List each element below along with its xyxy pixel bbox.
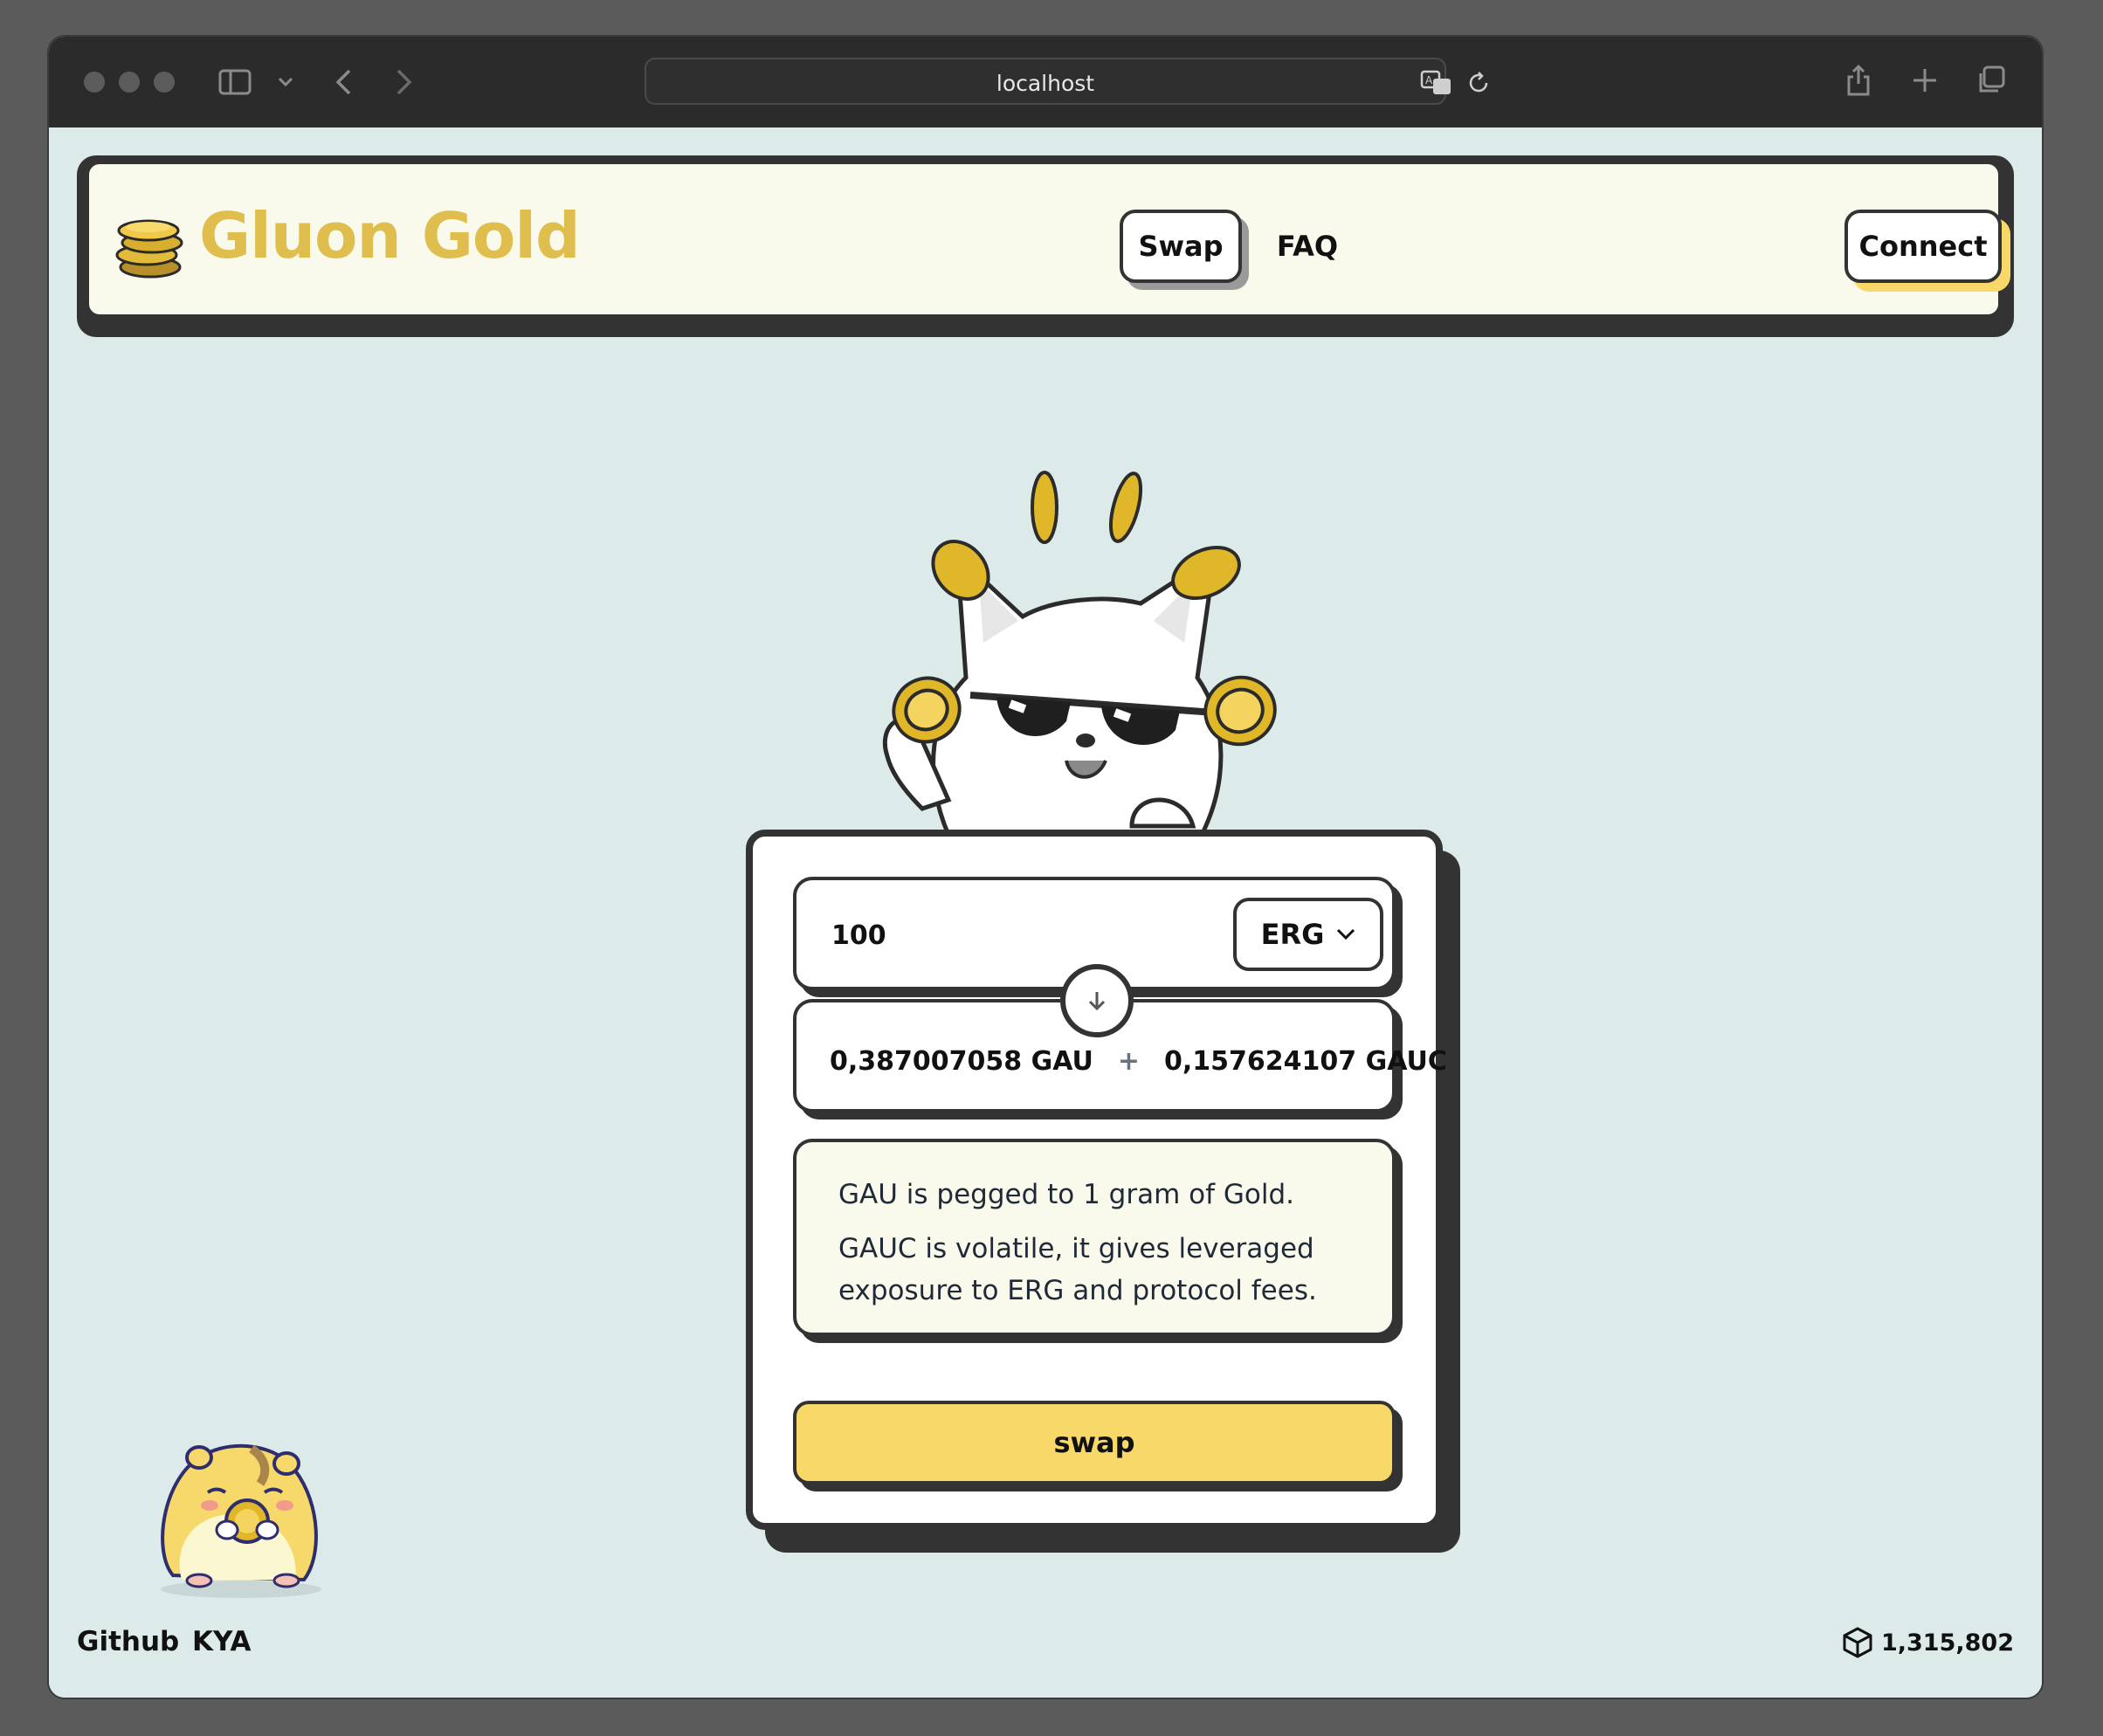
token-select[interactable]: ERG	[1233, 898, 1383, 971]
nav-faq-link[interactable]: FAQ	[1259, 210, 1355, 283]
tab-overview-icon[interactable]	[1975, 65, 2007, 96]
cube-icon	[1843, 1627, 1872, 1658]
chevron-down-icon	[1337, 928, 1355, 940]
reload-icon[interactable]	[1465, 70, 1492, 96]
browser-titlebar: localhost A	[49, 37, 2042, 127]
plus-separator: +	[1117, 1046, 1141, 1077]
site-header: Gluon Gold Swap FAQ Connect	[82, 157, 2005, 321]
minimize-window-button[interactable]	[119, 72, 140, 93]
swap-button[interactable]: swap	[793, 1401, 1396, 1485]
close-window-button[interactable]	[84, 72, 105, 93]
page-content: Gluon Gold Swap FAQ Connect 100 ERG 0,38…	[49, 127, 2042, 1698]
swap-card: ERG 0,387007058 GAU +0,157624107 GAUC	[746, 830, 1447, 1530]
footer-kya-link[interactable]: KYA	[192, 1626, 252, 1657]
coin-stack-icon	[115, 219, 183, 279]
forward-icon[interactable]	[395, 68, 414, 96]
nav-swap-button[interactable]: Swap	[1120, 210, 1242, 283]
amount-input[interactable]	[830, 913, 1200, 957]
info-line-gau: GAU is pegged to 1 gram of Gold.	[838, 1179, 1294, 1210]
footer-github-link[interactable]: Github	[77, 1626, 179, 1657]
address-text: localhost	[996, 71, 1095, 96]
info-panel: GAU is pegged to 1 gram of Gold. GAUC is…	[793, 1139, 1396, 1336]
hamster-mascot-illustration	[161, 1443, 321, 1598]
chevron-down-icon[interactable]	[278, 77, 293, 87]
new-tab-icon[interactable]	[1911, 66, 1939, 94]
output-amounts: 0,387007058 GAU +0,157624107 GAUC	[830, 1046, 1447, 1077]
zoom-window-button[interactable]	[154, 72, 175, 93]
connect-wallet-button[interactable]: Connect	[1844, 210, 2002, 283]
gau-output: 0,387007058 GAU	[830, 1046, 1093, 1077]
block-height-value: 1,315,802	[1880, 1629, 2014, 1657]
arrow-down-icon	[1088, 992, 1106, 1011]
gauc-output: 0,157624107 GAUC	[1164, 1046, 1447, 1077]
address-bar[interactable]: localhost A	[645, 58, 1488, 105]
token-select-label: ERG	[1260, 918, 1325, 951]
swap-direction-button[interactable]	[1060, 964, 1134, 1037]
block-height-indicator: 1,315,802	[1841, 1626, 2014, 1659]
svg-text:A: A	[1425, 74, 1433, 86]
sidebar-icon[interactable]	[218, 68, 253, 96]
share-icon[interactable]	[1844, 63, 1872, 98]
cat-mascot-illustration	[882, 471, 1277, 835]
translate-icon[interactable]: A	[1420, 70, 1453, 96]
info-line-gauc: GAUC is volatile, it gives leveraged exp…	[838, 1233, 1317, 1306]
browser-window: localhost A Gluon Gold Swap FAQ Connect …	[49, 37, 2042, 1698]
brand-name[interactable]: Gluon Gold	[199, 199, 581, 272]
back-icon[interactable]	[334, 68, 353, 96]
